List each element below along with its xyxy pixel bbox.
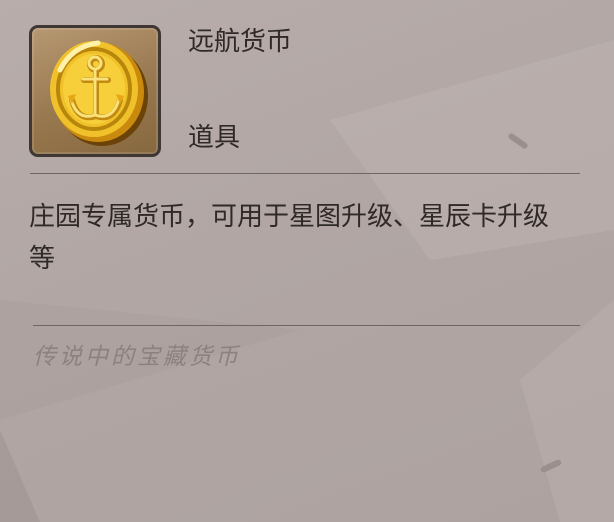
item-tooltip-panel: 远航货币 道具 庄园专属货币，可用于星图升级、星辰卡升级等 传说中的宝藏货币 — [0, 0, 614, 522]
item-type: 道具 — [188, 123, 241, 153]
divider — [30, 173, 580, 174]
item-flavor-text: 传说中的宝藏货币 — [33, 344, 241, 370]
anchor-coin-icon — [50, 40, 148, 146]
item-name: 远航货币 — [188, 27, 293, 57]
item-icon-frame[interactable] — [29, 25, 161, 157]
divider — [33, 325, 580, 326]
item-description: 庄园专属货币，可用于星图升级、星辰卡升级等 — [29, 202, 550, 274]
